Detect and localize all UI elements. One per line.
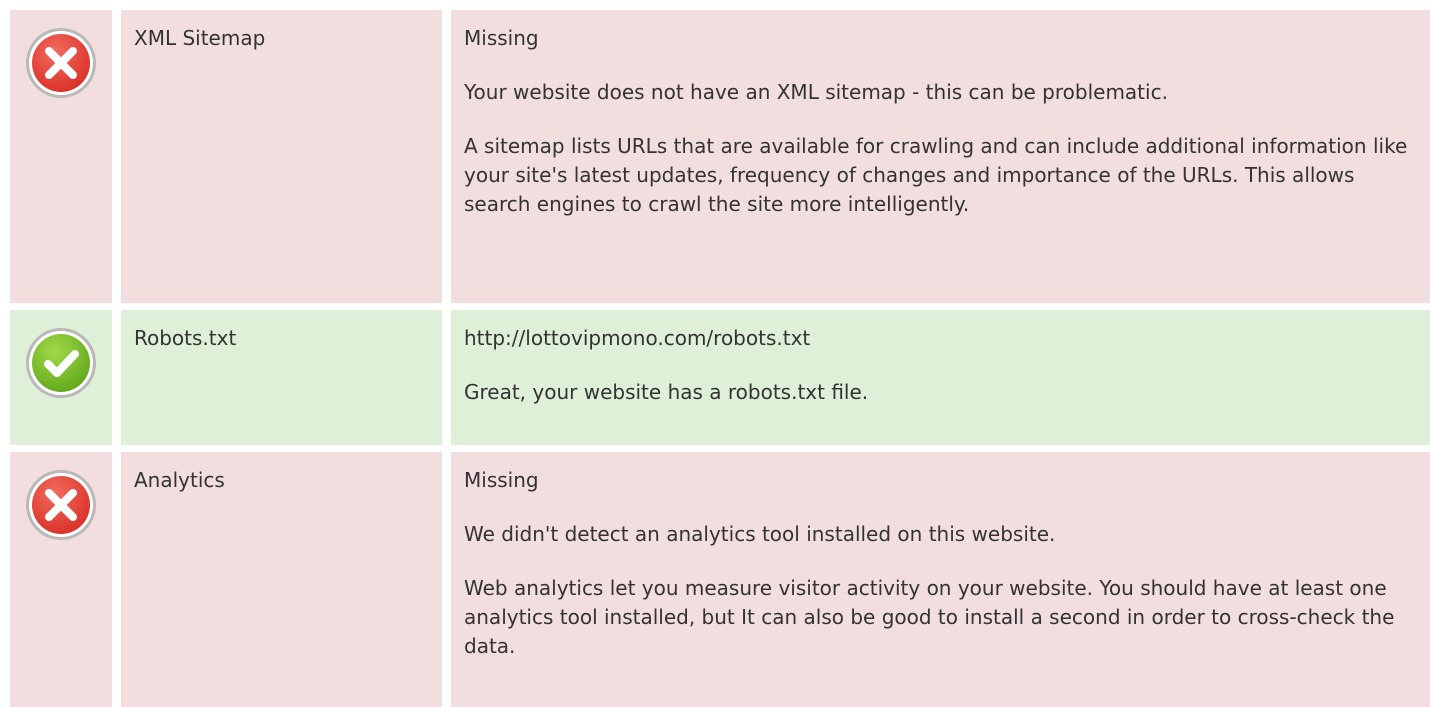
detail-url: http://lottovipmono.com/robots.txt: [464, 326, 811, 350]
detail-status: Missing: [464, 26, 539, 50]
check-row-robots-txt: Robots.txt http://lottovipmono.com/robot…: [10, 310, 1430, 445]
status-cell: [10, 452, 112, 707]
detail-summary: Your website does not have an XML sitema…: [464, 80, 1168, 104]
seo-checks-table: XML Sitemap Missing Your website does no…: [10, 10, 1430, 707]
error-x-icon: [24, 468, 98, 542]
success-check-icon: [24, 326, 98, 400]
check-name: Robots.txt: [121, 310, 442, 445]
status-cell: [10, 310, 112, 445]
detail-description: A sitemap lists URLs that are available …: [464, 134, 1408, 216]
status-cell: [10, 10, 112, 303]
check-detail: http://lottovipmono.com/robots.txt Great…: [451, 310, 1430, 445]
check-row-analytics: Analytics Missing We didn't detect an an…: [10, 452, 1430, 707]
check-detail: Missing Your website does not have an XM…: [451, 10, 1430, 303]
detail-summary: Great, your website has a robots.txt fil…: [464, 380, 869, 404]
detail-summary: We didn't detect an analytics tool insta…: [464, 522, 1056, 546]
check-row-xml-sitemap: XML Sitemap Missing Your website does no…: [10, 10, 1430, 303]
check-detail: Missing We didn't detect an analytics to…: [451, 452, 1430, 707]
error-x-icon: [24, 26, 98, 100]
detail-description: Web analytics let you measure visitor ac…: [464, 576, 1395, 658]
detail-status: Missing: [464, 468, 539, 492]
check-name: XML Sitemap: [121, 10, 442, 303]
check-name: Analytics: [121, 452, 442, 707]
